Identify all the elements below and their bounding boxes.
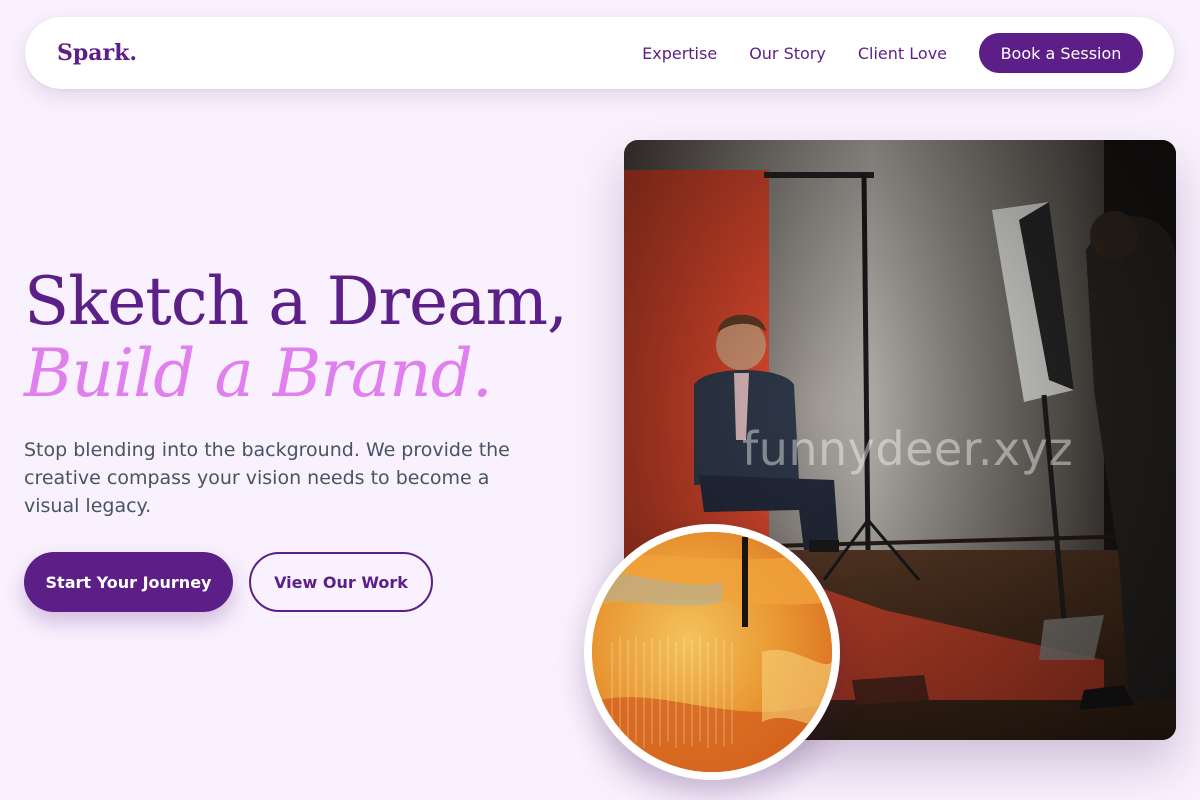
- brand-logo[interactable]: Spark.: [57, 40, 137, 66]
- hero-title: Sketch a Dream, Build a Brand.: [24, 263, 568, 412]
- view-work-button[interactable]: View Our Work: [249, 552, 433, 612]
- textured-painting-image: [584, 524, 840, 780]
- nav-link-expertise[interactable]: Expertise: [642, 44, 717, 63]
- top-navbar: Spark. Expertise Our Story Client Love B…: [25, 17, 1174, 89]
- nav-link-our-story[interactable]: Our Story: [749, 44, 826, 63]
- nav-links: Expertise Our Story Client Love Book a S…: [642, 33, 1143, 73]
- hero-title-line2: Build a Brand.: [24, 335, 493, 412]
- watermark-text: funnydeer.xyz: [742, 422, 1074, 476]
- painting-illustration: [592, 532, 832, 772]
- hero-subtitle: Stop blending into the background. We pr…: [24, 439, 510, 517]
- hero-title-line1: Sketch a Dream,: [24, 263, 568, 340]
- book-session-button[interactable]: Book a Session: [979, 33, 1143, 73]
- nav-link-client-love[interactable]: Client Love: [858, 44, 947, 63]
- start-journey-button[interactable]: Start Your Journey: [24, 552, 233, 612]
